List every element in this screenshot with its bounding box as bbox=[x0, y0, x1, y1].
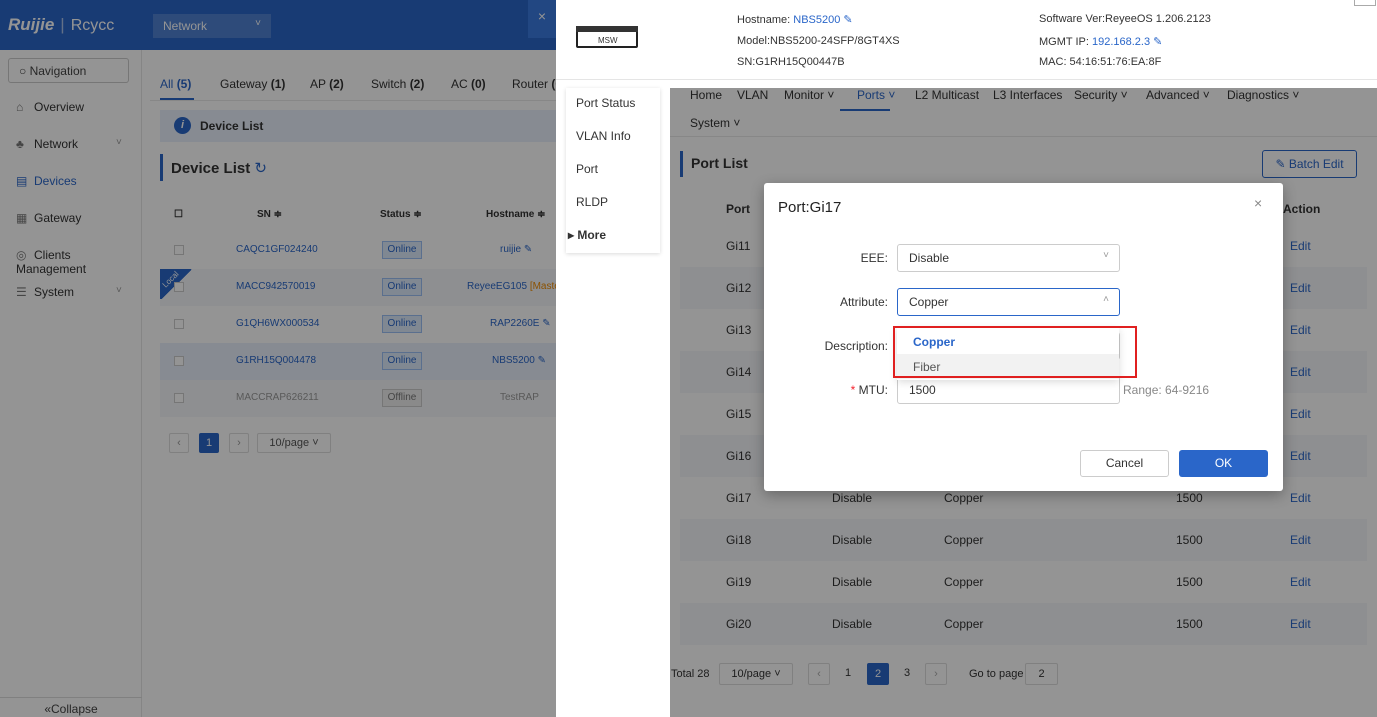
edit-icon[interactable]: ✎ bbox=[843, 14, 852, 26]
sn-info: SN:G1RH15Q00447B bbox=[737, 56, 845, 68]
chevron-down-icon: ˅ bbox=[1103, 250, 1109, 261]
mtu-input[interactable]: 1500 bbox=[897, 376, 1120, 404]
menu-item-more[interactable]: ▸ More bbox=[568, 228, 606, 242]
switch-device-icon: MSW bbox=[576, 26, 638, 48]
edit-icon[interactable]: ✎ bbox=[1153, 36, 1162, 48]
quick-menu: Port Status VLAN Info Port RLDP ▸ More bbox=[566, 88, 660, 253]
eee-select[interactable]: Disable ˅ bbox=[897, 244, 1120, 272]
cancel-button[interactable]: Cancel bbox=[1080, 450, 1169, 477]
modal-title: Port:Gi17 bbox=[778, 199, 842, 216]
divider bbox=[556, 79, 1377, 80]
close-icon[interactable]: × bbox=[1254, 195, 1262, 211]
hostname-info: Hostname: NBS5200 ✎ bbox=[737, 14, 853, 26]
menu-item-port-status[interactable]: Port Status bbox=[576, 96, 635, 110]
ok-button[interactable]: OK bbox=[1179, 450, 1268, 477]
mtu-range-hint: Range: 64-9216 bbox=[1123, 383, 1210, 397]
model-info: Model:NBS5200-24SFP/8GT4XS bbox=[737, 35, 900, 47]
mgmt-ip-info: MGMT IP: 192.168.2.3 ✎ bbox=[1039, 36, 1163, 48]
close-icon[interactable] bbox=[1354, 0, 1376, 6]
description-label: Description: bbox=[824, 339, 888, 353]
left-overlay-mask bbox=[0, 0, 556, 717]
menu-item-rldp[interactable]: RLDP bbox=[576, 195, 608, 209]
attribute-label: Attribute: bbox=[839, 295, 888, 309]
menu-item-vlan-info[interactable]: VLAN Info bbox=[576, 129, 631, 143]
eee-label: EEE: bbox=[860, 251, 888, 265]
mtu-label: * MTU: bbox=[850, 383, 888, 397]
highlight-box bbox=[893, 326, 1137, 378]
software-info: Software Ver:ReyeeOS 1.206.2123 bbox=[1039, 13, 1211, 25]
chevron-up-icon: ˄ bbox=[1103, 294, 1109, 305]
menu-item-port[interactable]: Port bbox=[576, 162, 598, 176]
mac-info: MAC: 54:16:51:76:EA:8F bbox=[1039, 56, 1162, 68]
attribute-select[interactable]: Copper ˄ bbox=[897, 288, 1120, 316]
